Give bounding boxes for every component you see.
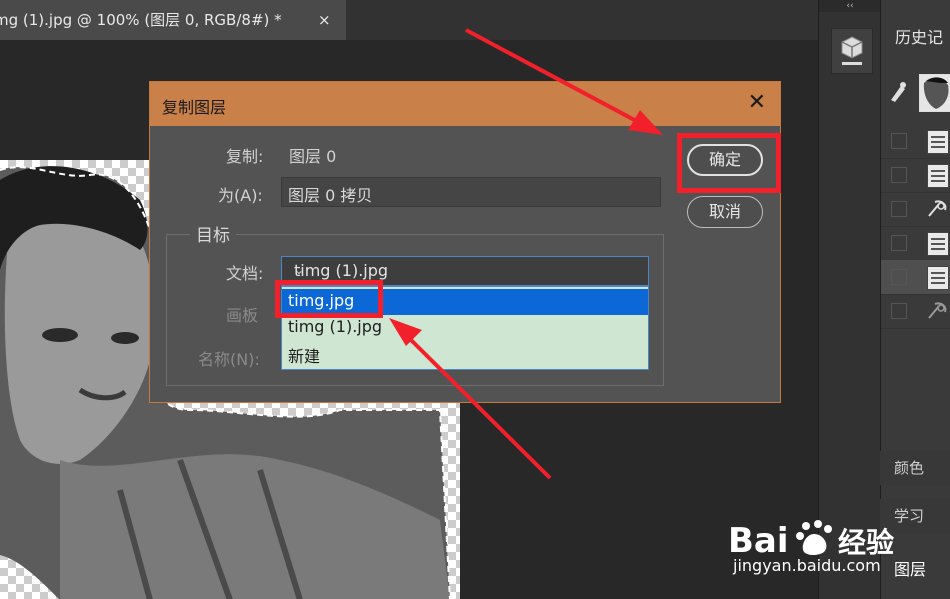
- document-tab-close-icon[interactable]: ×: [318, 0, 331, 40]
- document-tab[interactable]: mg (1).jpg @ 100% (图层 0, RGB/8#) * ×: [0, 0, 346, 40]
- logo-text: Bai: [728, 521, 789, 561]
- document-option-label: 新建: [288, 347, 321, 366]
- history-step-row[interactable]: [881, 294, 950, 329]
- document-icon: [927, 164, 949, 188]
- color-panel-tab[interactable]: 颜色: [880, 451, 950, 485]
- document-option-label: timg (1).jpg: [288, 317, 383, 336]
- document-label: 文档:: [226, 264, 264, 283]
- history-brush-icon[interactable]: [887, 80, 909, 104]
- document-option[interactable]: timg (1).jpg: [282, 315, 648, 341]
- document-tab-bar: mg (1).jpg @ 100% (图层 0, RGB/8#) * ×: [0, 0, 818, 40]
- history-step-checkbox[interactable]: [891, 201, 907, 217]
- duplicate-label: 复制:: [226, 147, 264, 166]
- panel-icon-strip: ‹‹: [818, 0, 881, 599]
- 3d-cube-icon[interactable]: [831, 28, 873, 74]
- as-name-input[interactable]: 图层 0 拷贝: [281, 177, 661, 207]
- document-icon: [927, 130, 949, 154]
- document-icon: [927, 266, 949, 290]
- history-step-checkbox[interactable]: [891, 235, 907, 251]
- history-step-checkbox[interactable]: [891, 167, 907, 183]
- close-icon[interactable]: ✕: [748, 90, 766, 116]
- watermark-url: jingyan.baidu.com: [733, 556, 881, 575]
- history-step-row-selected[interactable]: [881, 260, 950, 295]
- chevron-down-icon: ⌄: [294, 263, 305, 277]
- option-highlight: [275, 280, 383, 318]
- history-snapshot-thumbnail[interactable]: [919, 74, 950, 112]
- destination-group-title: 目标: [190, 221, 236, 246]
- layers-panel-tab[interactable]: 图层: [894, 556, 926, 580]
- history-step-checkbox[interactable]: [891, 269, 907, 285]
- duplicate-layer-dialog: 复制图层 ✕ 复制: 图层 0 为(A): 图层 0 拷贝 目标 文档: tim…: [149, 81, 781, 403]
- artboard-label: 画板: [226, 306, 259, 325]
- quick-selection-icon: [928, 200, 947, 217]
- history-panel-title[interactable]: 历史记: [895, 24, 943, 48]
- svg-text:经验: 经验: [838, 526, 894, 559]
- name-label: 名称(N):: [198, 350, 260, 369]
- duplicate-value: 图层 0: [289, 147, 337, 166]
- document-option[interactable]: 新建: [282, 341, 648, 367]
- history-step-checkbox[interactable]: [891, 133, 907, 149]
- history-step-row[interactable]: [881, 192, 950, 227]
- document-icon: [927, 232, 949, 256]
- history-step-row[interactable]: [881, 226, 950, 261]
- collapse-panels-icon[interactable]: ‹‹: [819, 0, 881, 12]
- history-step-checkbox[interactable]: [891, 303, 907, 319]
- document-tab-title: mg (1).jpg @ 100% (图层 0, RGB/8#) *: [0, 11, 282, 29]
- ok-button-highlight: [677, 133, 781, 193]
- dialog-title-bar: 复制图层 ✕: [150, 82, 780, 126]
- baidu-jingyan-logo: Bai 经验: [728, 520, 894, 561]
- as-name-input-value: 图层 0 拷贝: [288, 186, 373, 205]
- history-step-row[interactable]: [881, 158, 950, 193]
- cancel-button[interactable]: 取消: [687, 196, 763, 228]
- quick-selection-icon: [928, 302, 947, 319]
- dialog-title: 复制图层: [162, 98, 227, 117]
- as-label: 为(A):: [218, 186, 263, 205]
- history-step-row[interactable]: [881, 124, 950, 159]
